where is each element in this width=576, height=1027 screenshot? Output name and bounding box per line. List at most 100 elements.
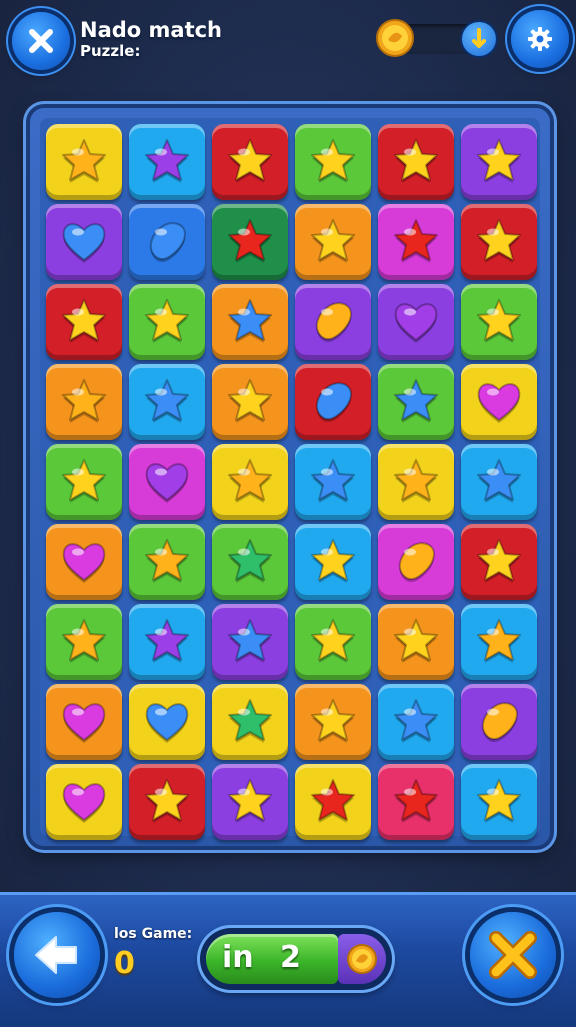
star-icon (394, 619, 438, 663)
tile[interactable] (461, 524, 537, 600)
star-icon (228, 299, 272, 343)
tile[interactable] (129, 764, 205, 840)
star-icon (145, 779, 189, 823)
tile[interactable] (46, 204, 122, 280)
arrow-left-icon (35, 936, 77, 974)
tile[interactable] (129, 364, 205, 440)
tile[interactable] (212, 524, 288, 600)
shuffle-icon (489, 931, 537, 979)
star-icon (311, 779, 355, 823)
back-button[interactable] (14, 912, 100, 998)
tile[interactable] (378, 444, 454, 520)
tile[interactable] (295, 364, 371, 440)
shuffle-button[interactable] (470, 912, 556, 998)
tile[interactable] (129, 604, 205, 680)
star-icon (311, 139, 355, 183)
tile[interactable] (295, 604, 371, 680)
heart-icon (62, 703, 106, 743)
heart-icon (145, 463, 189, 503)
game-title: Nado match Puzzle: (80, 18, 222, 60)
tile[interactable] (378, 124, 454, 200)
tile[interactable] (461, 124, 537, 200)
heart-icon (62, 543, 106, 583)
tile[interactable] (129, 284, 205, 360)
star-icon (311, 219, 355, 263)
tile[interactable] (129, 444, 205, 520)
heart-icon (62, 223, 106, 263)
add-coins-button[interactable] (462, 22, 496, 56)
tile[interactable] (378, 684, 454, 760)
settings-button[interactable] (511, 10, 569, 68)
close-button[interactable] (12, 12, 70, 70)
star-icon (228, 699, 272, 743)
coin-icon (347, 944, 377, 974)
tile[interactable] (295, 124, 371, 200)
tile[interactable] (129, 124, 205, 200)
tile[interactable] (378, 604, 454, 680)
tile[interactable] (295, 524, 371, 600)
tile[interactable] (378, 364, 454, 440)
tile[interactable] (295, 764, 371, 840)
star-icon (145, 379, 189, 423)
star-icon (394, 699, 438, 743)
star-icon (477, 459, 521, 503)
star-icon (228, 379, 272, 423)
coin-icon (376, 19, 414, 57)
pill-prefix: in (222, 940, 254, 975)
tile[interactable] (46, 364, 122, 440)
star-icon (62, 619, 106, 663)
gear-icon (528, 27, 552, 51)
tile[interactable] (46, 124, 122, 200)
tile-grid (40, 118, 540, 840)
tile[interactable] (46, 604, 122, 680)
tile[interactable] (212, 204, 288, 280)
star-icon (228, 459, 272, 503)
star-icon (394, 379, 438, 423)
tile[interactable] (129, 684, 205, 760)
tile[interactable] (295, 444, 371, 520)
tile[interactable] (46, 764, 122, 840)
heart-icon (477, 383, 521, 423)
tile[interactable] (461, 364, 537, 440)
tile[interactable] (212, 604, 288, 680)
tile[interactable] (46, 684, 122, 760)
tile[interactable] (461, 604, 537, 680)
tile[interactable] (129, 524, 205, 600)
tile[interactable] (378, 204, 454, 280)
tile[interactable] (212, 284, 288, 360)
tile[interactable] (212, 684, 288, 760)
tile[interactable] (461, 204, 537, 280)
tile[interactable] (46, 284, 122, 360)
tile[interactable] (378, 524, 454, 600)
star-icon (62, 459, 106, 503)
heart-icon (62, 783, 106, 823)
tile[interactable] (129, 204, 205, 280)
tile[interactable] (461, 684, 537, 760)
star-icon (477, 139, 521, 183)
star-icon (145, 619, 189, 663)
game-title-line1: Nado match (80, 18, 223, 42)
tile[interactable] (46, 524, 122, 600)
star-icon (228, 219, 272, 263)
tile[interactable] (295, 684, 371, 760)
tile[interactable] (461, 444, 537, 520)
tile[interactable] (461, 284, 537, 360)
booster-slot[interactable] (338, 934, 386, 984)
tile[interactable] (212, 124, 288, 200)
star-icon (311, 539, 355, 583)
tile[interactable] (212, 364, 288, 440)
tile[interactable] (378, 764, 454, 840)
heart-icon (145, 703, 189, 743)
tile[interactable] (461, 764, 537, 840)
top-bar: Nado match Puzzle: (0, 0, 576, 92)
game-title-line2: Puzzle: (80, 42, 141, 60)
tile[interactable] (212, 444, 288, 520)
star-icon (228, 779, 272, 823)
tile[interactable] (212, 764, 288, 840)
tile[interactable] (295, 204, 371, 280)
tile[interactable] (46, 444, 122, 520)
tile[interactable] (295, 284, 371, 360)
pill-icon (398, 542, 435, 583)
games-value: 0 (114, 946, 135, 981)
tile[interactable] (378, 284, 454, 360)
